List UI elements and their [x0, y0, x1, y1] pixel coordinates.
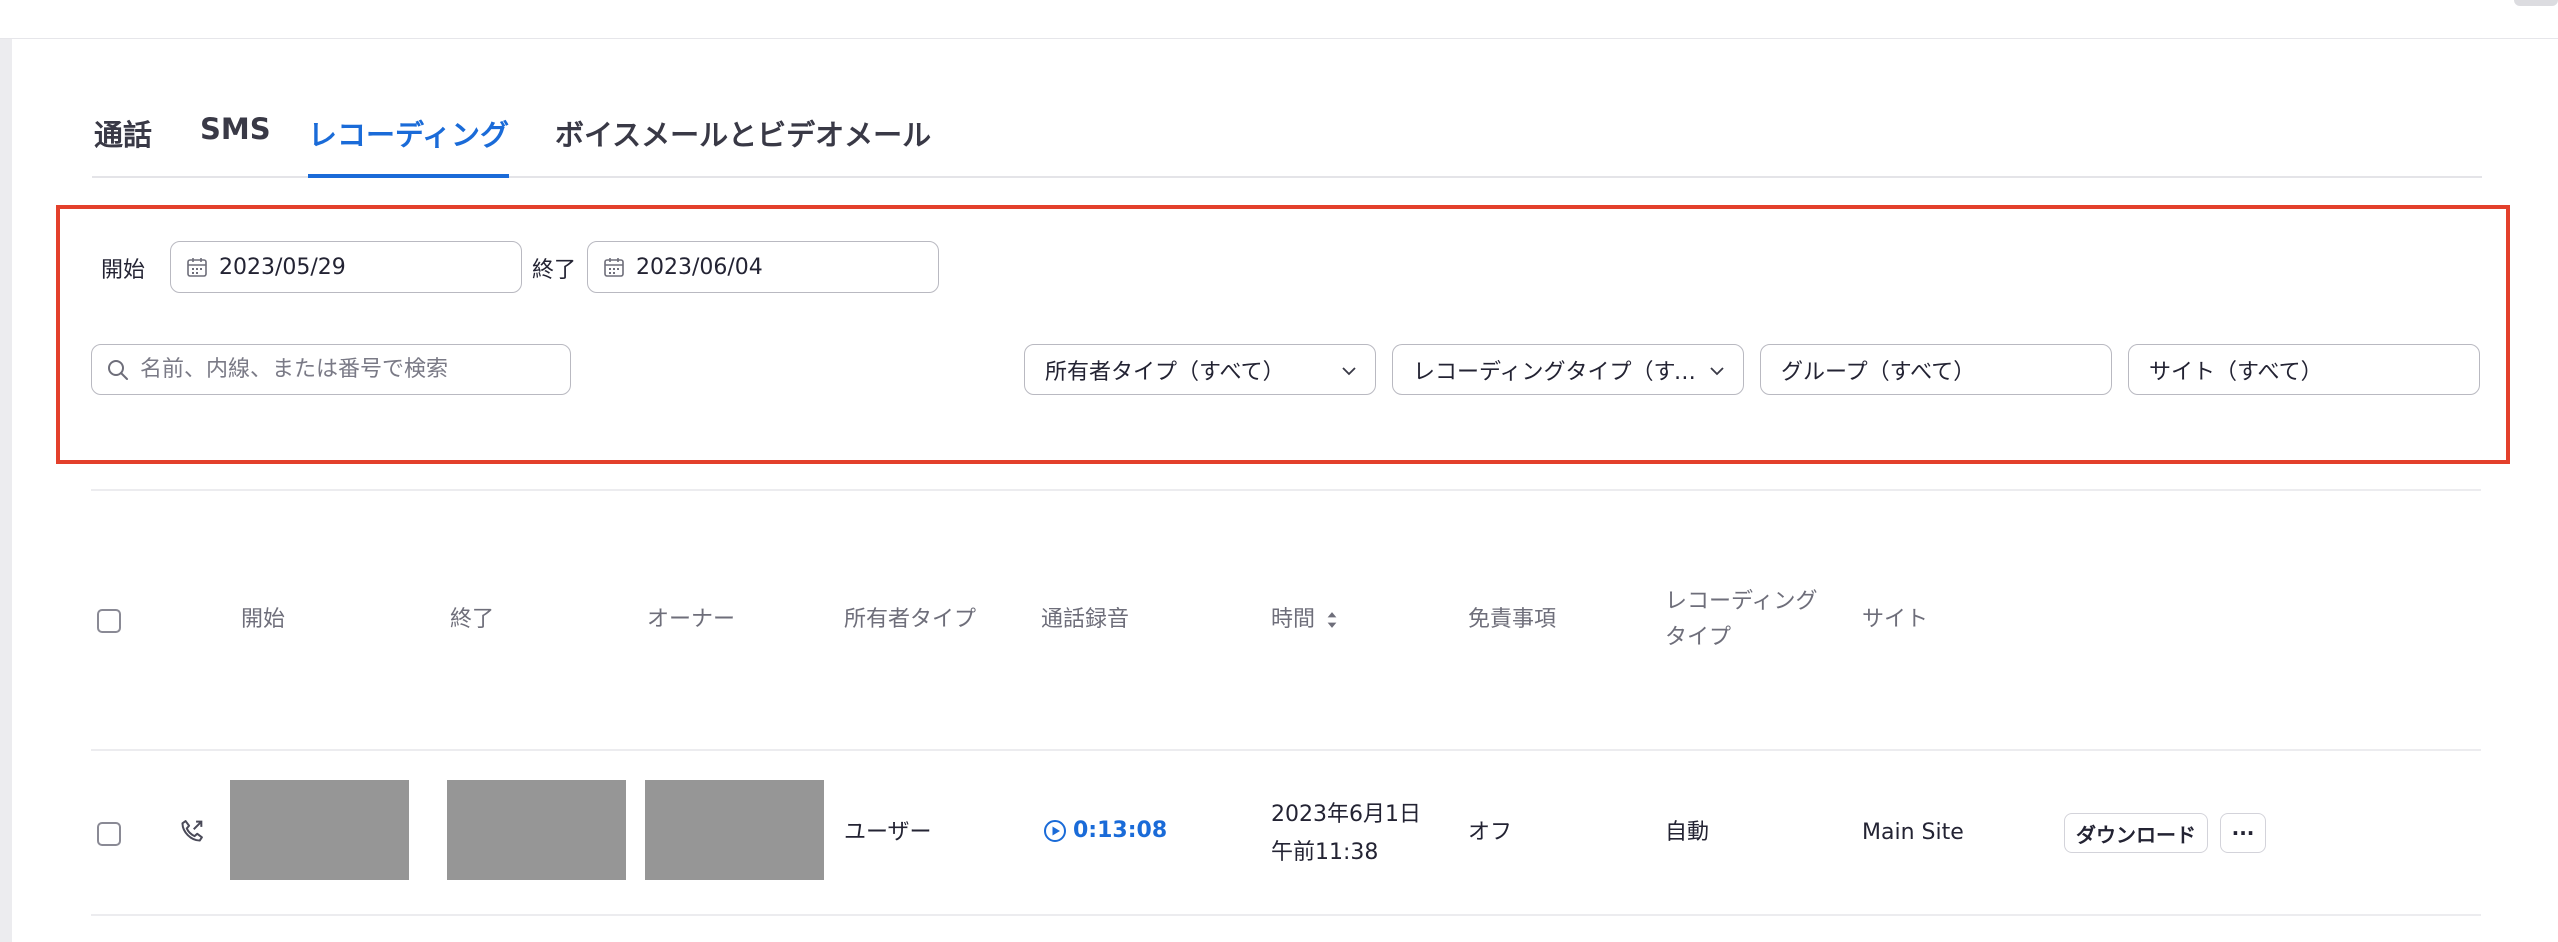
download-button[interactable]: ダウンロード: [2064, 813, 2208, 853]
time-date-cell: 2023年6月1日: [1271, 802, 1421, 827]
column-header-owner-type[interactable]: 所有者タイプ: [844, 602, 976, 638]
chevron-down-icon: [1342, 367, 1356, 376]
tab-calls[interactable]: 通話: [94, 112, 152, 178]
end-date-label: 終了: [532, 258, 577, 283]
time-clock-cell: 午前11:38: [1271, 840, 1379, 865]
section-divider: [91, 489, 2481, 491]
start-date-label: 開始: [101, 258, 146, 283]
select-all-checkbox[interactable]: [97, 609, 121, 633]
column-header-duration-label: 時間: [1271, 607, 1316, 632]
top-bar: [0, 0, 2558, 39]
tab-recordings[interactable]: レコーディング: [308, 112, 509, 178]
calendar-icon: [187, 258, 207, 277]
recording-duration: 0:13:08: [1073, 818, 1168, 843]
column-header-start[interactable]: 開始: [241, 602, 285, 638]
tab-bar: 通話 SMS レコーディング ボイスメールとビデオメール: [92, 100, 2482, 178]
site-cell: Main Site: [1862, 820, 1964, 845]
search-icon: [108, 359, 128, 380]
start-date-value: 2023/05/29: [219, 254, 346, 280]
table-row-divider: [91, 914, 2481, 916]
more-options-button[interactable]: ···: [2220, 813, 2266, 853]
play-recording-link[interactable]: 0:13:08: [1043, 818, 1167, 843]
column-header-recording-type-line2[interactable]: タイプ: [1665, 620, 1731, 656]
play-icon: [1044, 819, 1066, 842]
group-select-value: グループ（すべて）: [1781, 359, 1976, 385]
column-header-recording-type-line1[interactable]: レコーディング: [1665, 584, 1817, 620]
tab-sms[interactable]: SMS: [200, 112, 271, 178]
column-header-end[interactable]: 終了: [450, 602, 494, 638]
column-header-disclaimer[interactable]: 免責事項: [1468, 602, 1556, 638]
tab-voicemail-videomail[interactable]: ボイスメールとビデオメール: [555, 112, 931, 178]
redacted-owner: [645, 780, 824, 880]
column-header-duration[interactable]: 時間: [1271, 602, 1339, 638]
column-header-owner[interactable]: オーナー: [647, 602, 735, 638]
row-checkbox[interactable]: [97, 822, 121, 846]
left-rail: [0, 39, 12, 942]
column-header-site[interactable]: サイト: [1862, 602, 1928, 638]
outgoing-call-icon: [181, 820, 203, 842]
end-date-input[interactable]: 2023/06/04: [587, 241, 939, 293]
group-select[interactable]: グループ（すべて）: [1760, 344, 2112, 395]
search-input[interactable]: [140, 357, 560, 382]
search-box[interactable]: [91, 344, 571, 395]
redacted-start-time: [230, 780, 409, 880]
end-date-value: 2023/06/04: [636, 254, 763, 280]
owner-type-select[interactable]: 所有者タイプ（すべて）: [1024, 344, 1376, 395]
calendar-icon: [604, 258, 624, 277]
redacted-end-time: [447, 780, 626, 880]
site-select-value: サイト（すべて）: [2149, 359, 2323, 385]
recording-type-select[interactable]: レコーディングタイプ（すべて）: [1392, 344, 1744, 395]
recording-type-cell: 自動: [1665, 820, 1710, 845]
table-header-divider: [91, 749, 2481, 751]
owner-type-cell: ユーザー: [844, 820, 932, 845]
sort-icon[interactable]: [1325, 609, 1339, 631]
site-select[interactable]: サイト（すべて）: [2128, 344, 2480, 395]
column-header-call-recording[interactable]: 通話録音: [1041, 602, 1129, 638]
recording-type-select-value: レコーディングタイプ（すべて）: [1413, 359, 1699, 385]
chevron-down-icon: [1710, 367, 1724, 376]
owner-type-select-value: 所有者タイプ（すべて）: [1045, 359, 1285, 385]
disclaimer-cell: オフ: [1468, 820, 1513, 845]
top-bar-corner-control[interactable]: [2514, 0, 2558, 6]
start-date-input[interactable]: 2023/05/29: [170, 241, 522, 293]
